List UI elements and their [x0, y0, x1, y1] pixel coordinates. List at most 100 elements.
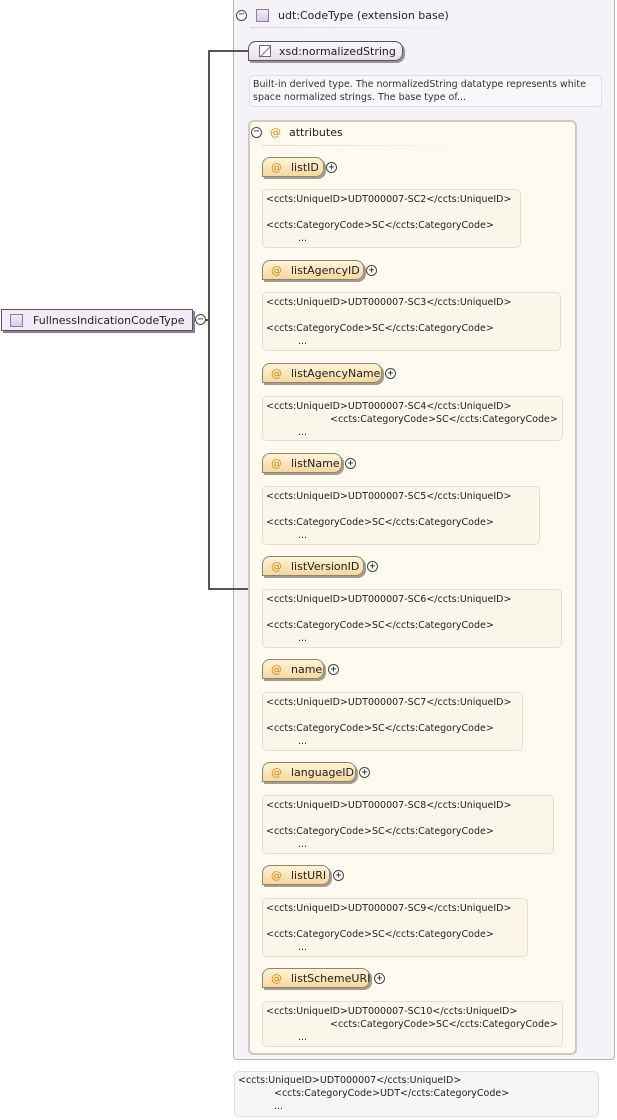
doc-spacer: [266, 812, 550, 825]
attribute-name: listAgencyName: [291, 367, 380, 380]
expand-icon[interactable]: +: [359, 767, 370, 778]
expand-icon[interactable]: +: [385, 368, 396, 379]
doc-spacer: [266, 503, 536, 516]
doc-line: <ccts:UniqueID>UDT000007-SC6</ccts:Uniqu…: [266, 593, 558, 606]
connector-line: [208, 50, 248, 52]
expand-icon[interactable]: +: [366, 265, 377, 276]
attribute-documentation: <ccts:UniqueID>UDT000007-SC7</ccts:Uniqu…: [262, 692, 523, 751]
attribute-icon: @: [271, 367, 282, 380]
attribute-icon: @: [271, 663, 282, 676]
attribute-node[interactable]: @ listID: [262, 157, 324, 177]
complex-type-icon: [256, 9, 269, 22]
attribute-node[interactable]: @ name: [262, 659, 324, 679]
attribute-icon: @: [271, 457, 282, 470]
type-documentation: <ccts:UniqueID>UDT000007</ccts:UniqueID>…: [234, 1071, 599, 1117]
attribute-name: listVersionID: [291, 560, 359, 573]
extension-title: udt:CodeType (extension base): [278, 9, 449, 22]
doc-line: <ccts:CategoryCode>SC</ccts:CategoryCode…: [266, 619, 558, 632]
attribute-icon: @: [271, 869, 282, 882]
doc-line: ...: [266, 426, 559, 439]
attribute-documentation: <ccts:UniqueID>UDT000007-SC9</ccts:Uniqu…: [262, 898, 528, 957]
attribute-node[interactable]: @ listURI: [262, 865, 330, 885]
expand-icon[interactable]: +: [328, 664, 339, 675]
attribute-name: name: [291, 663, 322, 676]
attributes-label: attributes: [289, 126, 343, 139]
doc-line: <ccts:CategoryCode>SC</ccts:CategoryCode…: [266, 722, 519, 735]
attribute-documentation: <ccts:UniqueID>UDT000007-SC3</ccts:Uniqu…: [262, 292, 561, 351]
doc-line: <ccts:CategoryCode>SC</ccts:CategoryCode…: [266, 322, 557, 335]
doc-line: <ccts:CategoryCode>SC</ccts:CategoryCode…: [266, 516, 536, 529]
attribute-icon: @: [270, 126, 281, 139]
expand-icon[interactable]: +: [326, 162, 337, 173]
expand-icon[interactable]: +: [374, 973, 385, 984]
connector-line: [208, 51, 210, 590]
base-type-node[interactable]: xsd:normalizedString: [248, 41, 403, 61]
attribute-name: listURI: [291, 869, 326, 882]
attribute-documentation: <ccts:UniqueID>UDT000007-SC2</ccts:Uniqu…: [262, 189, 521, 248]
doc-line: <ccts:CategoryCode>SC</ccts:CategoryCode…: [266, 928, 524, 941]
attribute-documentation: <ccts:UniqueID>UDT000007-SC4</ccts:Uniqu…: [262, 396, 563, 441]
doc-line: <ccts:UniqueID>UDT000007</ccts:UniqueID>: [238, 1074, 595, 1087]
doc-line: <ccts:UniqueID>UDT000007-SC2</ccts:Uniqu…: [266, 193, 517, 206]
doc-line: <ccts:UniqueID>UDT000007-SC10</ccts:Uniq…: [266, 1005, 559, 1018]
attribute-icon: @: [271, 766, 282, 779]
attribute-name: listID: [291, 161, 319, 174]
header-divider: [250, 27, 500, 28]
simple-type-icon: [259, 45, 271, 57]
doc-line: <ccts:UniqueID>UDT000007-SC3</ccts:Uniqu…: [266, 296, 557, 309]
attributes-header: − @ attributes: [251, 124, 343, 140]
doc-line: <ccts:UniqueID>UDT000007-SC8</ccts:Uniqu…: [266, 799, 550, 812]
collapse-icon[interactable]: −: [251, 127, 262, 138]
doc-line: <ccts:CategoryCode>UDT</ccts:CategoryCod…: [238, 1087, 595, 1100]
attribute-node[interactable]: @ listVersionID: [262, 556, 364, 576]
attribute-node[interactable]: @ listName: [262, 453, 342, 473]
doc-spacer: [266, 206, 517, 219]
attribute-node[interactable]: @ languageID: [262, 762, 356, 782]
base-type-documentation: Built-in derived type. The normalizedStr…: [249, 75, 602, 107]
doc-spacer: [266, 309, 557, 322]
attribute-documentation: <ccts:UniqueID>UDT000007-SC5</ccts:Uniqu…: [262, 486, 540, 545]
doc-line: <ccts:UniqueID>UDT000007-SC5</ccts:Uniqu…: [266, 490, 536, 503]
doc-line: <ccts:CategoryCode>SC</ccts:CategoryCode…: [266, 219, 517, 232]
doc-line: ...: [266, 632, 558, 645]
doc-line: ...: [266, 941, 524, 954]
attribute-icon: @: [271, 264, 282, 277]
doc-line: ...: [266, 335, 557, 348]
attribute-name: listAgencyID: [291, 264, 360, 277]
expand-icon[interactable]: +: [345, 458, 356, 469]
attribute-node[interactable]: @ listAgencyName: [262, 363, 382, 383]
attribute-icon: @: [271, 560, 282, 573]
attribute-documentation: <ccts:UniqueID>UDT000007-SC8</ccts:Uniqu…: [262, 795, 554, 854]
doc-line: <ccts:UniqueID>UDT000007-SC7</ccts:Uniqu…: [266, 696, 519, 709]
attribute-node[interactable]: @ listAgencyID: [262, 260, 364, 280]
attribute-documentation: <ccts:UniqueID>UDT000007-SC6</ccts:Uniqu…: [262, 589, 562, 648]
doc-line: ...: [266, 529, 536, 542]
collapse-icon[interactable]: −: [236, 10, 247, 21]
doc-spacer: [266, 606, 558, 619]
expand-icon[interactable]: +: [333, 870, 344, 881]
collapse-icon[interactable]: −: [195, 314, 206, 325]
extension-header: − udt:CodeType (extension base): [236, 5, 449, 25]
attribute-name: languageID: [291, 766, 354, 779]
attribute-name: listName: [291, 457, 340, 470]
expand-icon[interactable]: +: [367, 561, 378, 572]
attribute-name: listSchemeURI: [291, 972, 370, 985]
doc-spacer: [266, 915, 524, 928]
attribute-node[interactable]: @ listSchemeURI: [262, 968, 370, 988]
doc-line: <ccts:CategoryCode>SC</ccts:CategoryCode…: [266, 413, 559, 426]
header-divider: [262, 145, 497, 146]
doc-line: <ccts:CategoryCode>SC</ccts:CategoryCode…: [266, 825, 550, 838]
doc-spacer: [266, 709, 519, 722]
doc-line: ...: [266, 735, 519, 748]
root-type-label: FullnessIndicationCodeType: [33, 314, 185, 327]
root-type-node[interactable]: FullnessIndicationCodeType: [1, 309, 193, 331]
doc-line: ...: [266, 838, 550, 851]
attribute-documentation: <ccts:UniqueID>UDT000007-SC10</ccts:Uniq…: [262, 1001, 563, 1047]
attribute-icon: @: [271, 161, 282, 174]
doc-line: ...: [238, 1100, 595, 1113]
doc-line: <ccts:UniqueID>UDT000007-SC4</ccts:Uniqu…: [266, 400, 559, 413]
doc-line: Built-in derived type. The normalizedStr…: [253, 78, 598, 91]
base-type-label: xsd:normalizedString: [279, 45, 396, 58]
attribute-icon: @: [271, 972, 282, 985]
doc-line: space normalized strings. The base type …: [253, 91, 598, 104]
